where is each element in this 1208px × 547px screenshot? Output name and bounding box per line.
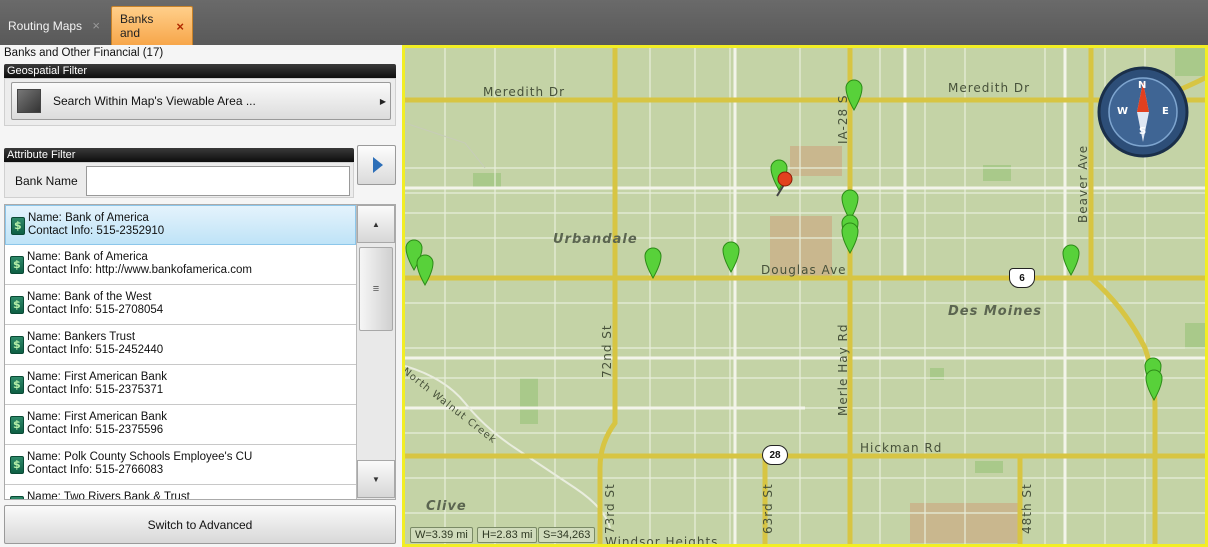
list-item[interactable]: Name: First American Bank Contact Info: …	[5, 405, 356, 445]
list-item[interactable]: Name: Bank of the West Contact Info: 515…	[5, 285, 356, 325]
street-72nd: 72nd St	[600, 324, 614, 378]
list-item[interactable]: Name: Two Rivers Bank & Trust	[5, 485, 356, 500]
map-width-readout: W=3.39 mi	[410, 527, 473, 543]
run-filter-button[interactable]	[357, 145, 396, 185]
item-contact: Contact Info: 515-2375596	[27, 424, 164, 436]
area-clive: Clive	[426, 499, 467, 514]
compass-n: N	[1138, 80, 1147, 91]
scroll-down-button[interactable]: ▼	[357, 460, 395, 498]
street-ia28: IA-28 S	[836, 94, 850, 144]
map-canvas[interactable]	[405, 48, 1205, 544]
item-name: Name: Polk County Schools Employee's CU	[27, 451, 253, 463]
item-contact: Contact Info: 515-2766083	[27, 464, 164, 476]
bank-icon	[10, 496, 24, 499]
scroll-thumb[interactable]: ≡	[359, 247, 393, 331]
tab-routing-maps-close-icon[interactable]: ×	[92, 18, 100, 33]
attribute-filter-box: Bank Name	[4, 162, 354, 198]
list-item[interactable]: Name: Bank of America Contact Info: http…	[5, 245, 356, 285]
area-des-moines: Des Moines	[948, 304, 1043, 319]
street-73rd: 73rd St	[603, 483, 617, 534]
street-hickman: Hickman Rd	[860, 441, 943, 455]
item-name: Name: First American Bank	[27, 371, 167, 383]
geospatial-filter-header: Geospatial Filter	[4, 64, 396, 78]
results-scrollbar[interactable]: ▲ ≡ ▼	[356, 205, 395, 499]
scroll-up-button[interactable]: ▲	[357, 205, 395, 243]
bank-name-input[interactable]	[86, 166, 350, 196]
switch-to-advanced-button[interactable]: Switch to Advanced	[4, 505, 396, 544]
geospatial-filter-box: Search Within Map's Viewable Area ... ▶	[4, 78, 396, 126]
list-item[interactable]: Name: Bankers Trust Contact Info: 515-24…	[5, 325, 356, 365]
area-windsor-heights: Windsor Heights	[605, 535, 719, 547]
street-douglas: Douglas Ave	[761, 263, 847, 277]
tab-routing-maps[interactable]: Routing Maps ×	[0, 6, 108, 45]
street-beaver: Beaver Ave	[1076, 144, 1090, 223]
tab-bar: Routing Maps × Banks and ×	[0, 0, 1208, 45]
us6-shield-icon: 6	[1009, 268, 1035, 288]
search-viewable-area-label: Search Within Map's Viewable Area ...	[53, 94, 256, 108]
item-name: Name: First American Bank	[27, 411, 167, 423]
item-contact: Contact Info: 515-2708054	[27, 304, 164, 316]
panel-title: Banks and Other Financial (17)	[4, 47, 164, 59]
street-merle-hay: Merle Hay Rd	[836, 323, 850, 416]
item-contact: Contact Info: http://www.bankofamerica.c…	[27, 264, 252, 276]
bank-name-label: Bank Name	[15, 174, 78, 188]
compass-w: W	[1117, 106, 1129, 117]
search-viewable-area-button[interactable]: Search Within Map's Viewable Area ... ▶	[11, 82, 391, 120]
map-scale-readout: S=34,263	[538, 527, 596, 543]
bank-icon	[10, 456, 24, 474]
map-thumbnail-icon	[17, 89, 41, 113]
street-meredith-right: Meredith Dr	[948, 81, 1031, 95]
map-view[interactable]: N E S W Meredith Dr Meredith Dr Douglas …	[402, 45, 1208, 547]
attribute-filter-header: Attribute Filter	[4, 148, 354, 162]
compass-e: E	[1162, 106, 1169, 117]
item-name: Name: Bank of America	[27, 251, 148, 263]
list-item[interactable]: Name: First American Bank Contact Info: …	[5, 365, 356, 405]
item-name: Name: Bank of the West	[27, 291, 152, 303]
results-list: Name: Bank of America Contact Info: 515-…	[4, 204, 396, 500]
bank-icon	[10, 376, 24, 394]
item-contact: Contact Info: 515-2352910	[28, 225, 165, 237]
item-contact: Contact Info: 515-2375371	[27, 384, 164, 396]
list-item[interactable]: Name: Polk County Schools Employee's CU …	[5, 445, 356, 485]
street-48th: 48th St	[1020, 483, 1034, 534]
bank-icon	[11, 217, 25, 235]
bank-icon	[10, 256, 24, 274]
item-name: Name: Two Rivers Bank & Trust	[27, 491, 190, 500]
play-icon	[373, 157, 383, 173]
street-63rd: 63rd St	[761, 483, 775, 534]
list-item[interactable]: Name: Bank of America Contact Info: 515-…	[5, 205, 356, 245]
area-urbandale: Urbandale	[553, 232, 638, 247]
tab-banks[interactable]: Banks and ×	[111, 6, 193, 45]
item-name: Name: Bank of America	[28, 212, 149, 224]
map-height-readout: H=2.83 mi	[477, 527, 538, 543]
bank-icon	[10, 296, 24, 314]
bank-icon	[10, 416, 24, 434]
tab-banks-label: Banks and	[120, 12, 154, 40]
tab-routing-maps-label: Routing Maps	[8, 18, 83, 33]
chevron-right-icon: ▶	[379, 96, 386, 106]
compass-s: S	[1139, 126, 1147, 137]
item-contact: Contact Info: 515-2452440	[27, 344, 164, 356]
tab-banks-close-icon[interactable]: ×	[176, 19, 184, 34]
street-meredith-left: Meredith Dr	[483, 85, 566, 99]
bank-icon	[10, 336, 24, 354]
item-name: Name: Bankers Trust	[27, 331, 136, 343]
search-panel: Banks and Other Financial (17) Geospatia…	[0, 45, 402, 547]
ia28-shield-icon: 28	[762, 445, 788, 465]
